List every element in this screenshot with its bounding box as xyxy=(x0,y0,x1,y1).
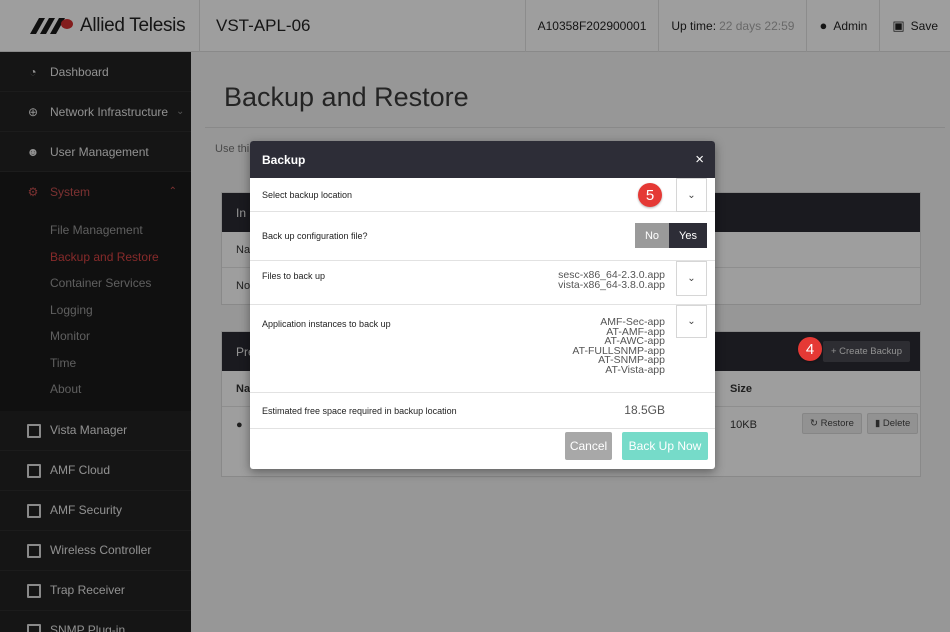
chevron-down-icon: ⌄ xyxy=(687,316,696,327)
files-row: Files to back up sesc-x86_64-2.3.0.app v… xyxy=(250,261,715,305)
files-dropdown[interactable]: ⌄ xyxy=(676,261,707,296)
config-file-row: Back up configuration file? No Yes xyxy=(250,212,715,261)
backup-dialog: Backup × Select backup location 5 ⌄ Back… xyxy=(250,141,715,469)
dialog-footer: Cancel Back Up Now xyxy=(250,429,715,469)
chevron-down-icon: ⌄ xyxy=(687,273,696,284)
instances-list: AMF-Sec-app AT-AMF-app AT-AWC-app AT-FUL… xyxy=(572,317,665,376)
chevron-down-icon: ⌄ xyxy=(687,189,696,201)
step-badge-4: 4 xyxy=(798,337,822,361)
backup-location-label: Select backup location xyxy=(262,190,353,200)
config-file-toggle: No Yes xyxy=(635,223,707,248)
dialog-header: Backup × xyxy=(250,141,715,178)
files-label: Files to back up xyxy=(262,271,326,281)
free-space-label: Estimated free space required in backup … xyxy=(262,406,457,416)
files-list: sesc-x86_64-2.3.0.app vista-x86_64-3.8.0… xyxy=(558,270,665,291)
free-space-row: Estimated free space required in backup … xyxy=(250,393,715,429)
config-file-label: Back up configuration file? xyxy=(262,231,368,241)
list-item: vista-x86_64-3.8.0.app xyxy=(558,278,665,291)
toggle-yes-button[interactable]: Yes xyxy=(669,223,707,248)
instances-label: Application instances to back up xyxy=(262,319,391,329)
cancel-button[interactable]: Cancel xyxy=(565,432,612,460)
back-up-now-button[interactable]: Back Up Now xyxy=(622,432,708,460)
list-item: AT-Vista-app xyxy=(605,363,665,376)
step-badge-5: 5 xyxy=(638,183,662,207)
instances-row: Application instances to back up AMF-Sec… xyxy=(250,305,715,393)
toggle-no-button[interactable]: No xyxy=(635,223,669,248)
free-space-value: 18.5GB xyxy=(624,403,665,417)
instances-dropdown[interactable]: ⌄ xyxy=(676,305,707,338)
backup-location-dropdown[interactable]: ⌄ xyxy=(676,178,707,212)
close-icon[interactable]: × xyxy=(695,151,704,168)
backup-location-row: Select backup location 5 ⌄ xyxy=(250,178,715,212)
dialog-title: Backup xyxy=(262,152,306,167)
